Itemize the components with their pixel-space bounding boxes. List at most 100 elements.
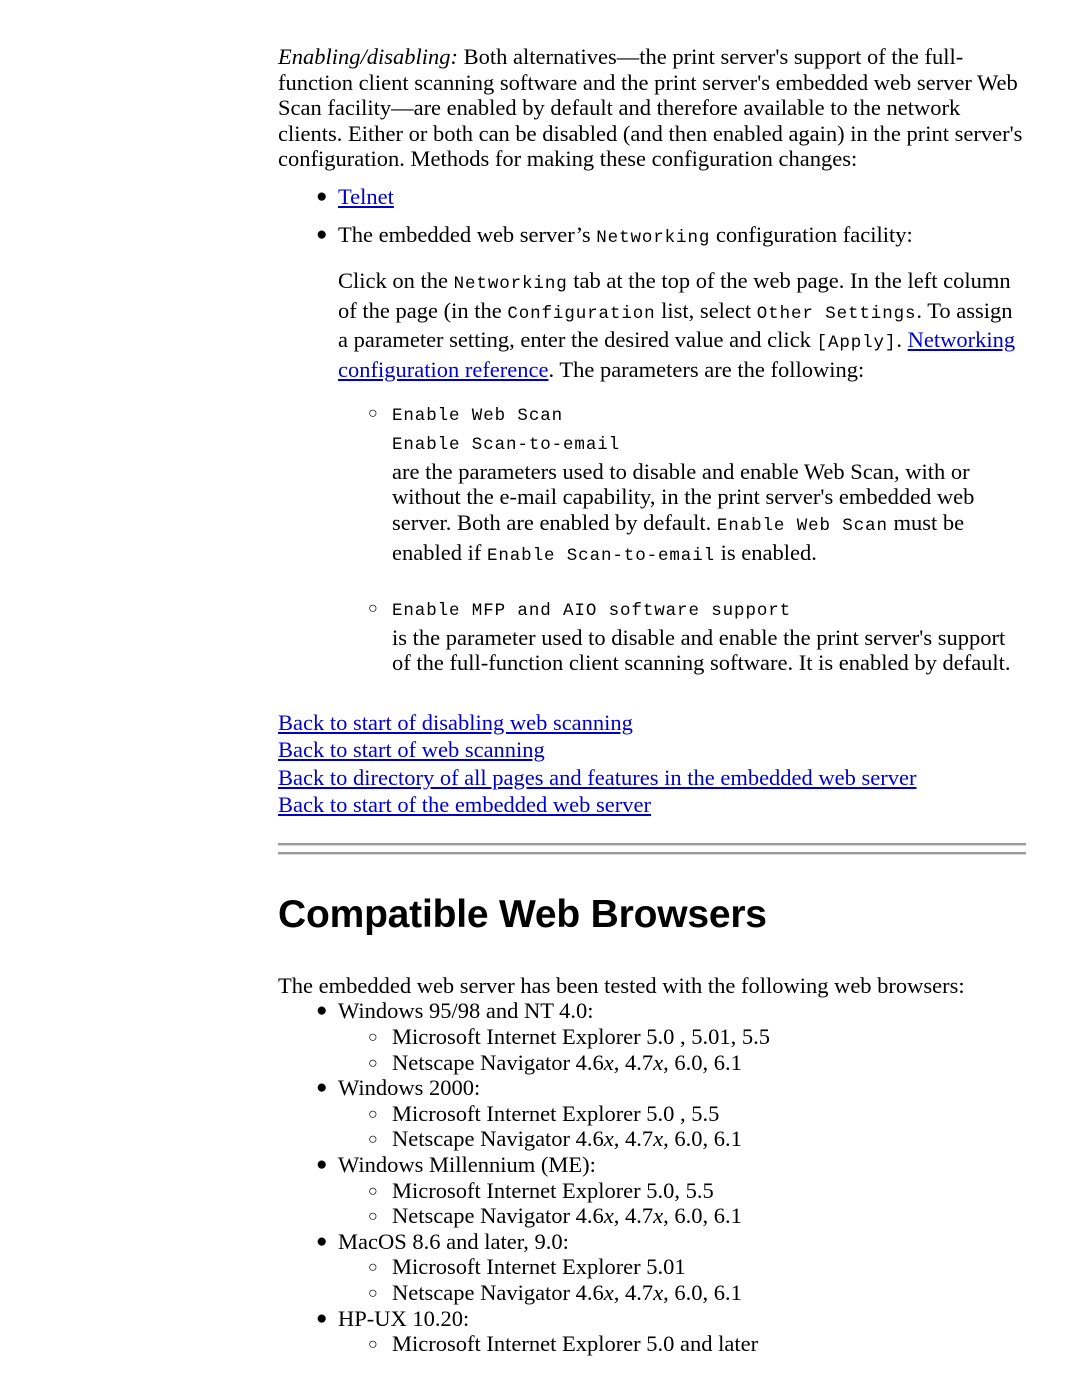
instr-part-5: . <box>896 327 908 353</box>
hollow-bullet-icon: ○ <box>368 600 378 618</box>
browser-platform: ● Windows 2000: <box>278 1075 1026 1101</box>
embedded-bullet-text-before: The embedded web server’s <box>338 221 597 247</box>
browsers-intro: The embedded web server has been tested … <box>278 972 965 998</box>
page-content: Enabling/disabling: Both alternatives—th… <box>278 44 1026 1357</box>
browser-name-version: Microsoft Internet Explorer 5.0 , 5.01, … <box>392 1024 771 1050</box>
browser-name-version: Microsoft Internet Explorer 5.0 , 5.5 <box>392 1100 720 1126</box>
section-divider <box>278 842 1026 855</box>
browser-entry: ○ Netscape Navigator 4.6x, 4.7x, 6.0, 6.1 <box>278 1203 1026 1229</box>
document-page: Enabling/disabling: Both alternatives—th… <box>0 0 1080 1397</box>
back-link-disabling-web-scanning[interactable]: Back to start of disabling web scanning <box>278 710 633 735</box>
instr-part-1: Click on the <box>338 268 454 294</box>
browser-entry: ○ Microsoft Internet Explorer 5.0 , 5.01,… <box>278 1024 1026 1050</box>
version-variable: x <box>653 1203 664 1229</box>
enable-mfp-aio-code: Enable MFP and AIO software support <box>392 601 792 622</box>
version-variable: x <box>603 1280 614 1305</box>
parameter-code-line: Enable Web Scan <box>392 400 1026 430</box>
filled-bullet-icon: ● <box>316 1154 328 1176</box>
enabling-disabling-lead: Enabling/disabling: <box>278 44 458 69</box>
browser-entry: ○ Netscape Navigator 4.6x, 4.7x, 6.0, 6.1 <box>278 1050 1026 1076</box>
telnet-link[interactable]: Telnet <box>338 184 394 209</box>
version-variable: x <box>603 1203 614 1229</box>
version-separator: , 4.7 <box>613 1049 654 1075</box>
hollow-bullet-icon: ○ <box>368 1336 378 1354</box>
browser-entry: ○ Microsoft Internet Explorer 5.01 <box>278 1254 1026 1280</box>
back-links-block: Back to start of disabling web scanning … <box>278 709 1026 819</box>
version-variable: x <box>603 1049 614 1075</box>
filled-bullet-icon: ● <box>316 1230 328 1252</box>
browser-compatibility-list: ● Windows 95/98 and NT 4.0: ○ Microsoft Int… <box>278 998 1026 1356</box>
filled-bullet-icon: ● <box>316 1000 328 1022</box>
param-desc-3: is enabled. <box>715 539 817 565</box>
back-link-directory-all-pages[interactable]: Back to directory of all pages and featu… <box>278 765 917 790</box>
version-variable: x <box>653 1126 664 1152</box>
version-separator: , 4.7 <box>613 1126 654 1152</box>
param-desc-1: is the parameter used to disable and ena… <box>392 624 1011 676</box>
browser-name-version: Netscape Navigator 4.6 <box>392 1049 604 1075</box>
hollow-bullet-icon: ○ <box>368 1105 378 1123</box>
back-link-web-scanning[interactable]: Back to start of web scanning <box>278 737 545 762</box>
browser-platform-name: MacOS 8.6 and later, 9.0: <box>338 1228 569 1254</box>
hollow-bullet-icon: ○ <box>368 404 378 422</box>
back-link-row: Back to start of web scanning <box>278 736 1026 764</box>
browser-name-version: Microsoft Internet Explorer 5.0, 5.5 <box>392 1177 714 1203</box>
hollow-bullet-icon: ○ <box>368 1259 378 1277</box>
browser-platform-name: Windows 95/98 and NT 4.0: <box>338 998 594 1024</box>
parameter-description: are the parameters used to disable and e… <box>392 459 1026 569</box>
version-tail: , 6.0, 6.1 <box>663 1280 742 1305</box>
enable-scan-to-email-code: Enable Scan-to-email <box>392 435 621 456</box>
browser-name-version: Netscape Navigator 4.6 <box>392 1280 604 1305</box>
hollow-bullet-icon: ○ <box>368 1029 378 1047</box>
back-link-embedded-web-server[interactable]: Back to start of the embedded web server <box>278 792 651 817</box>
apply-button-code: [Apply] <box>816 333 897 354</box>
filled-bullet-icon: ● <box>316 223 328 245</box>
horizontal-rule-top <box>278 842 1026 846</box>
embedded-bullet-text-after: configuration facility: <box>710 221 913 247</box>
browser-platform-name: HP-UX 10.20: <box>338 1305 470 1331</box>
filled-bullet-icon: ● <box>316 1077 328 1099</box>
browser-name-version: Microsoft Internet Explorer 5.01 <box>392 1254 686 1280</box>
enable-web-scan-inline-code: Enable Web Scan <box>716 515 888 536</box>
back-link-row: Back to start of the embedded web server <box>278 791 1026 819</box>
hollow-bullet-icon: ○ <box>368 1131 378 1149</box>
instr-part-3: list, select <box>655 297 757 323</box>
hollow-bullet-icon: ○ <box>368 1054 378 1072</box>
version-tail: , 6.0, 6.1 <box>663 1203 742 1229</box>
back-link-row: Back to start of disabling web scanning <box>278 709 1026 737</box>
version-separator: , 4.7 <box>613 1280 654 1305</box>
configuration-code: Configuration <box>507 303 656 324</box>
version-tail: , 6.0, 6.1 <box>663 1049 742 1075</box>
parameter-item-web-scan: ○ Enable Web Scan Enable Scan-to-email a… <box>278 400 1026 570</box>
hollow-bullet-icon: ○ <box>368 1182 378 1200</box>
browser-entry: ○ Microsoft Internet Explorer 5.0 , 5.5 <box>278 1101 1026 1127</box>
browser-platform: ● MacOS 8.6 and later, 9.0: <box>278 1229 1026 1255</box>
browser-entry: ○ Microsoft Internet Explorer 5.0 and lat… <box>278 1331 1026 1357</box>
browser-platform-name: Windows 2000: <box>338 1075 481 1101</box>
browser-entry: ○ Microsoft Internet Explorer 5.0, 5.5 <box>278 1178 1026 1204</box>
methods-bullet-embedded-web-server: ● The embedded web server’s Networking co… <box>278 222 1026 252</box>
version-tail: , 6.0, 6.1 <box>663 1126 742 1152</box>
browser-platform: ● HP-UX 10.20: <box>278 1306 1026 1332</box>
hollow-bullet-icon: ○ <box>368 1285 378 1302</box>
instr-part-6: . The parameters are the following: <box>548 356 865 382</box>
browser-name-version: Netscape Navigator 4.6 <box>392 1203 604 1229</box>
networking-tab-code: Networking <box>453 274 568 295</box>
browser-platform: ● Windows 95/98 and NT 4.0: <box>278 998 1026 1024</box>
browser-platform: ● Windows Millennium (ME): <box>278 1152 1026 1178</box>
networking-instructions: Click on the Networking tab at the top o… <box>278 268 1026 382</box>
parameter-item-mfp-aio: ○ Enable MFP and AIO software support is… <box>278 595 1026 676</box>
version-variable: x <box>603 1126 614 1152</box>
version-separator: , 4.7 <box>613 1203 654 1229</box>
browser-platform-name: Windows Millennium (ME): <box>338 1152 596 1178</box>
other-settings-code: Other Settings <box>756 303 917 324</box>
browser-entry: ○ Netscape Navigator 4.6x, 4.7x, 6.0, 6.1 <box>278 1280 1026 1306</box>
browser-entry: ○ Netscape Navigator 4.6x, 4.7x, 6.0, 6.1 <box>278 1126 1026 1152</box>
page-title: Compatible Web Browsers <box>278 892 767 936</box>
enable-scan-to-email-inline-code: Enable Scan-to-email <box>486 545 716 566</box>
enable-web-scan-code: Enable Web Scan <box>392 405 564 426</box>
back-link-row: Back to directory of all pages and featu… <box>278 764 1026 792</box>
version-variable: x <box>653 1280 664 1305</box>
parameter-code-line: Enable Scan-to-email <box>392 429 1026 459</box>
browser-name-version: Netscape Navigator 4.6 <box>392 1126 604 1152</box>
enabling-disabling-paragraph: Enabling/disabling: Both alternatives—th… <box>278 44 1026 172</box>
